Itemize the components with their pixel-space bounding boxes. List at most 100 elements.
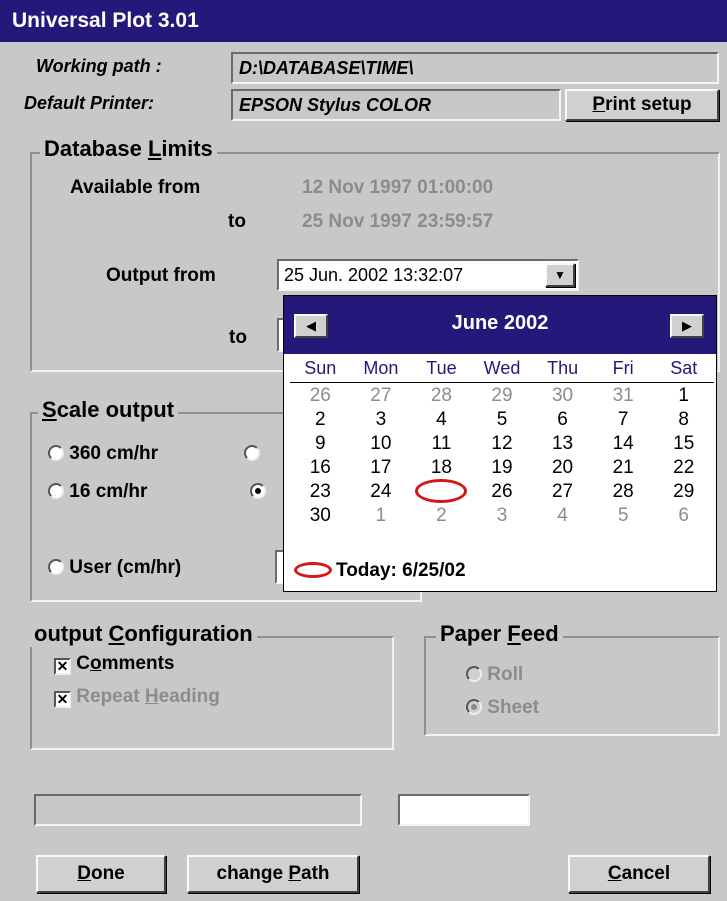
repeat-heading-label-post: eading bbox=[158, 686, 220, 707]
calendar-day[interactable]: 19 bbox=[472, 456, 533, 480]
calendar-day[interactable]: 16 bbox=[290, 456, 351, 480]
today-label: Today: 6/25/02 bbox=[336, 560, 466, 581]
calendar-day[interactable]: 30 bbox=[290, 504, 351, 528]
calendar-day[interactable]: 7 bbox=[593, 408, 654, 432]
calendar-day[interactable]: 4 bbox=[532, 504, 593, 528]
comments-checkbox[interactable]: ✕ Comments bbox=[54, 653, 174, 675]
comments-label-accel: o bbox=[90, 653, 102, 674]
calendar-day[interactable]: 1 bbox=[351, 504, 412, 528]
output-to-label: to bbox=[229, 327, 247, 348]
calendar-day[interactable]: 29 bbox=[653, 480, 714, 504]
calendar-day[interactable]: 2 bbox=[411, 504, 472, 528]
calendar-day[interactable]: 22 bbox=[653, 456, 714, 480]
window-title: Universal Plot 3.01 bbox=[0, 0, 727, 42]
scale-output-title-accel: S bbox=[42, 397, 57, 422]
calendar-day[interactable]: 30 bbox=[532, 384, 593, 408]
calendar-day[interactable]: 27 bbox=[532, 480, 593, 504]
calendar-day[interactable]: 12 bbox=[472, 432, 533, 456]
radio-16-icon bbox=[48, 483, 64, 499]
radio-scale-2[interactable] bbox=[244, 445, 260, 464]
calendar-day[interactable]: 28 bbox=[593, 480, 654, 504]
calendar-day[interactable]: 13 bbox=[532, 432, 593, 456]
calendar-day[interactable]: 28 bbox=[411, 384, 472, 408]
calendar-day[interactable]: 1 bbox=[653, 384, 714, 408]
scale-output-title: Scale output bbox=[38, 397, 179, 423]
arrow-right-icon: ▶ bbox=[682, 318, 692, 333]
radio-360-icon bbox=[48, 445, 64, 461]
paper-feed-title-accel: F bbox=[507, 621, 521, 646]
change-path-accel: P bbox=[288, 863, 301, 884]
day-of-week-header: Mon bbox=[363, 358, 399, 378]
cancel-button[interactable]: Cancel bbox=[568, 855, 710, 893]
calendar-day[interactable]: 26 bbox=[472, 480, 533, 504]
radio-roll[interactable]: Roll bbox=[466, 664, 523, 686]
checkbox-checked-icon: ✕ bbox=[54, 658, 71, 675]
output-from-label: Output from bbox=[106, 265, 216, 286]
available-to-label: to bbox=[228, 211, 246, 232]
radio-16[interactable]: 16 cm/hr bbox=[48, 481, 147, 503]
calendar-day[interactable]: 5 bbox=[472, 408, 533, 432]
calendar-day-selected[interactable]: 25 bbox=[411, 479, 472, 504]
calendar-day[interactable]: 6 bbox=[653, 504, 714, 528]
output-from-combo[interactable]: 25 Jun. 2002 13:32:07 ▼ bbox=[277, 259, 579, 291]
calendar-day[interactable]: 11 bbox=[411, 432, 472, 456]
calendar-day[interactable]: 10 bbox=[351, 432, 412, 456]
calendar-day[interactable]: 4 bbox=[411, 408, 472, 432]
cancel-accel: C bbox=[607, 863, 622, 884]
status-field bbox=[34, 794, 362, 826]
default-printer-field: EPSON Stylus COLOR bbox=[231, 89, 561, 121]
calendar-popup[interactable]: ◀ June 2002 ▶ Sun Mon Tue Wed Thu Fri Sat 26 27… bbox=[283, 295, 717, 592]
calendar-day[interactable]: 8 bbox=[653, 408, 714, 432]
calendar-day[interactable]: 17 bbox=[351, 456, 412, 480]
calendar-day[interactable]: 24 bbox=[351, 480, 412, 504]
calendar-day[interactable]: 20 bbox=[532, 456, 593, 480]
change-path-label: ath bbox=[301, 863, 330, 884]
output-configuration-title-pre: output bbox=[34, 621, 109, 646]
calendar-day[interactable]: 31 bbox=[593, 384, 654, 408]
radio-scale-4-icon bbox=[250, 483, 266, 499]
calendar-day[interactable]: 21 bbox=[593, 456, 654, 480]
day-of-week-header: Tue bbox=[426, 358, 457, 378]
working-path-field[interactable]: D:\DATABASE\TIME\ bbox=[231, 52, 719, 84]
radio-sheet[interactable]: Sheet bbox=[466, 697, 539, 719]
paper-feed-title-post: eed bbox=[520, 621, 559, 646]
calendar-day[interactable]: 14 bbox=[593, 432, 654, 456]
calendar-day[interactable]: 27 bbox=[351, 384, 412, 408]
calendar-day[interactable]: 9 bbox=[290, 432, 351, 456]
calendar-header: ◀ June 2002 ▶ bbox=[284, 296, 716, 354]
radio-user-label: User (cm/hr) bbox=[69, 557, 182, 578]
radio-360[interactable]: 360 cm/hr bbox=[48, 443, 158, 465]
repeat-heading-label-accel: H bbox=[144, 686, 159, 707]
repeat-heading-label-pre: Repeat bbox=[76, 686, 145, 707]
output-from-value: 25 Jun. 2002 13:32:07 bbox=[284, 265, 464, 285]
today-link[interactable]: Today: 6/25/02 bbox=[294, 560, 466, 582]
calendar-day[interactable]: 18 bbox=[411, 456, 472, 480]
available-from-value: 12 Nov 1997 01:00:00 bbox=[302, 177, 494, 198]
repeat-heading-checkbox[interactable]: ✕ Repeat Heading bbox=[54, 686, 220, 708]
change-path-button[interactable]: change Path bbox=[187, 855, 359, 893]
calendar-day[interactable]: 5 bbox=[593, 504, 654, 528]
calendar-day[interactable]: 3 bbox=[351, 408, 412, 432]
comments-label-pre: C bbox=[76, 653, 91, 674]
calendar-day[interactable]: 3 bbox=[472, 504, 533, 528]
change-path-pre: change bbox=[216, 863, 289, 884]
calendar-day[interactable]: 26 bbox=[290, 384, 351, 408]
done-button[interactable]: Done bbox=[36, 855, 166, 893]
radio-user[interactable]: User (cm/hr) bbox=[48, 557, 181, 579]
checkbox-checked-icon: ✕ bbox=[54, 691, 71, 708]
paper-feed-title-pre: Paper bbox=[440, 621, 508, 646]
day-of-week-header: Sat bbox=[670, 358, 698, 378]
calendar-day[interactable]: 15 bbox=[653, 432, 714, 456]
dropdown-arrow-button[interactable]: ▼ bbox=[545, 263, 575, 287]
calendar-day[interactable]: 6 bbox=[532, 408, 593, 432]
calendar-day[interactable]: 29 bbox=[472, 384, 533, 408]
working-path-label: Working path : bbox=[36, 56, 162, 76]
today-circle-icon bbox=[294, 562, 332, 578]
next-month-button[interactable]: ▶ bbox=[670, 314, 704, 338]
database-limits-title-accel: L bbox=[147, 136, 162, 161]
calendar-day[interactable]: 2 bbox=[290, 408, 351, 432]
calendar-day-grid[interactable]: 26 27 28 29 30 31 1 2 3 4 5 6 7 8 9 10 11 12 13 14 15 16 17 18 1… bbox=[290, 384, 714, 528]
radio-scale-4[interactable] bbox=[250, 483, 266, 502]
calendar-day[interactable]: 23 bbox=[290, 480, 351, 504]
print-setup-button[interactable]: Print setup bbox=[565, 89, 719, 121]
